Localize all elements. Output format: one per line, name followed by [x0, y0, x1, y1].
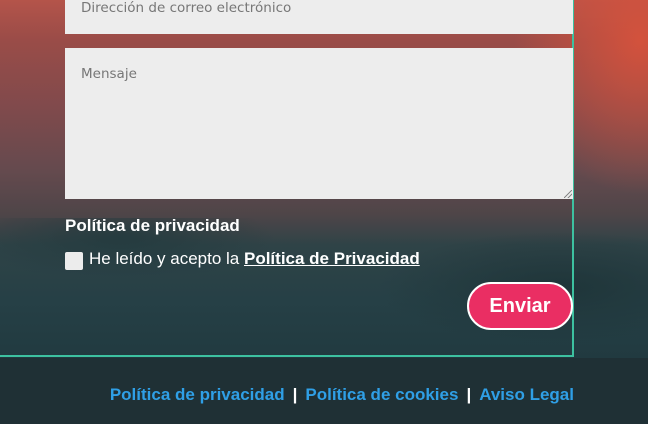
- message-textarea[interactable]: Mensaje: [65, 48, 573, 199]
- resize-handle-icon[interactable]: [564, 190, 572, 198]
- consent-text: He leído y acepto la: [89, 249, 244, 268]
- footer-link-cookies[interactable]: Política de cookies: [305, 385, 458, 404]
- privacy-policy-link[interactable]: Política de Privacidad: [244, 249, 420, 268]
- footer-separator: |: [466, 385, 472, 404]
- send-button[interactable]: Enviar: [467, 282, 573, 330]
- privacy-consent-label: He leído y acepto la Política de Privaci…: [89, 249, 420, 269]
- privacy-heading: Política de privacidad: [65, 216, 240, 235]
- footer-link-privacy[interactable]: Política de privacidad: [110, 385, 285, 404]
- email-field[interactable]: Dirección de correo electrónico: [65, 0, 573, 34]
- message-placeholder: Mensaje: [81, 66, 137, 82]
- footer-separator: |: [292, 385, 298, 404]
- footer-links: Política de privacidad | Política de cooki…: [110, 385, 574, 405]
- privacy-consent-checkbox[interactable]: [65, 252, 83, 270]
- footer-link-legal[interactable]: Aviso Legal: [479, 385, 574, 404]
- email-placeholder: Dirección de correo electrónico: [81, 0, 292, 16]
